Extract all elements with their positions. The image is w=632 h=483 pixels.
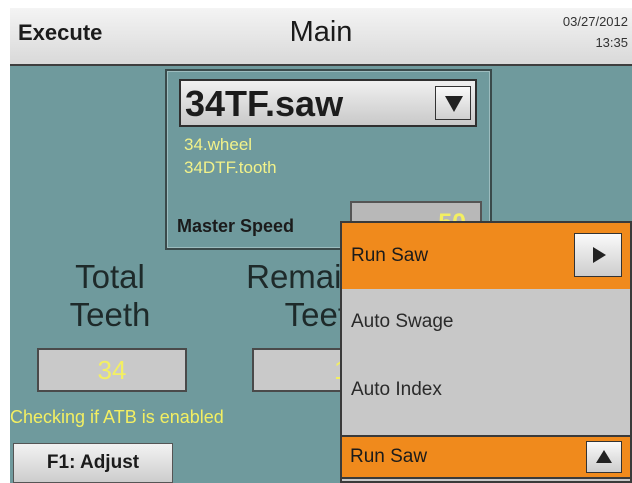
- dropdown-item-auto-swage[interactable]: Auto Swage: [342, 289, 630, 355]
- dropdown-item-run-saw[interactable]: Run Saw: [342, 223, 630, 289]
- mode-combo-value: Run Saw: [350, 446, 428, 467]
- dropdown-item-label: Auto Swage: [351, 311, 454, 332]
- wheel-file-label: 34.wheel: [184, 135, 253, 154]
- triangle-down-icon: [445, 96, 463, 112]
- time-display: 13:35: [595, 35, 628, 50]
- hmi-screen: Execute Main 03/27/2012 13:35 34TF.saw 3…: [10, 8, 632, 483]
- f1-adjust-button[interactable]: F1: Adjust: [13, 443, 173, 483]
- master-speed-label: Master Speed: [177, 216, 295, 236]
- date-display: 03/27/2012: [562, 14, 628, 29]
- status-message: Checking if ATB is enabled: [10, 407, 224, 427]
- triangle-up-icon: [596, 450, 612, 463]
- saw-select-dropdown-button[interactable]: [435, 86, 471, 120]
- run-saw-arrow-button[interactable]: [574, 233, 622, 277]
- header-bar: Execute Main 03/27/2012 13:35: [10, 8, 632, 66]
- total-teeth-value[interactable]: 34: [37, 348, 187, 392]
- dropdown-item-label: Run Saw: [351, 245, 429, 266]
- saw-select[interactable]: 34TF.saw: [179, 79, 477, 127]
- dropdown-item-label: Auto Index: [351, 379, 442, 400]
- dropdown-item-auto-index[interactable]: Auto Index: [342, 357, 630, 423]
- saw-select-value: 34TF.saw: [185, 83, 344, 124]
- mode-combo-box[interactable]: Run Saw: [340, 435, 632, 479]
- mode-combo-toggle-button[interactable]: [586, 441, 622, 473]
- total-teeth-label: Total Teeth: [40, 258, 180, 334]
- play-arrow-icon: [593, 247, 606, 263]
- page-title: Main: [289, 16, 353, 48]
- tooth-file-label: 34DTF.tooth: [184, 158, 277, 177]
- total-teeth-label-text: Total Teeth: [69, 258, 151, 333]
